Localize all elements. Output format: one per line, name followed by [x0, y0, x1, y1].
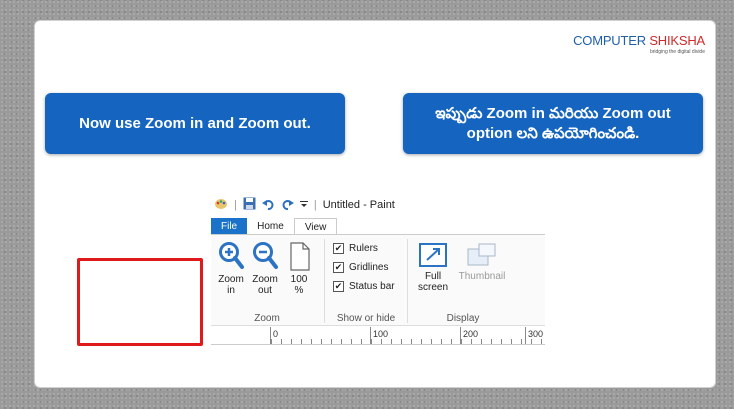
slide-card: COMPUTER SHIKSHA bridging the digital di…: [34, 20, 716, 388]
display-group-label: Display: [446, 313, 480, 324]
zoom-highlight-box: [77, 258, 203, 346]
ruler-mark: [270, 327, 271, 344]
save-icon[interactable]: [243, 197, 256, 213]
window-title: Untitled - Paint: [322, 199, 395, 211]
horizontal-ruler: 0 100 200 300: [211, 327, 545, 345]
actual-size-button[interactable]: 100 %: [285, 241, 313, 296]
instruction-telugu-line1: ఇప్పుడు Zoom in మరియు Zoom out: [435, 104, 671, 122]
redo-icon[interactable]: [281, 198, 294, 213]
status-bar-checkbox[interactable]: ✔ Status bar: [333, 281, 395, 292]
checkmark-icon: ✔: [333, 243, 344, 254]
ruler-label-200: 200: [463, 329, 479, 339]
full-screen-label-2: screen: [417, 282, 448, 293]
instruction-english: Now use Zoom in and Zoom out.: [45, 93, 345, 154]
ruler-label-300: 300: [528, 329, 544, 339]
full-screen-icon: [419, 243, 447, 267]
page-icon: [290, 242, 310, 271]
logo-brand-a: COMPUTER: [573, 33, 646, 48]
gridlines-label: Gridlines: [349, 262, 389, 273]
status-bar-label: Status bar: [349, 281, 395, 292]
rulers-checkbox[interactable]: ✔ Rulers: [333, 243, 378, 254]
ribbon-view: Zoom in Zoom out 100 % Zoom ✔ Rulers ✔ G…: [211, 234, 545, 326]
gridlines-checkbox[interactable]: ✔ Gridlines: [333, 262, 388, 273]
checkmark-icon: ✔: [333, 281, 344, 292]
ruler-mark: [525, 327, 526, 344]
thumbnail-icon: [467, 243, 496, 266]
computer-shiksha-logo: COMPUTER SHIKSHA bridging the digital di…: [573, 33, 705, 55]
zoom-out-button[interactable]: Zoom out: [251, 241, 279, 296]
customize-toolbar-icon[interactable]: [299, 199, 308, 211]
ruler-label-100: 100: [373, 329, 389, 339]
instruction-telugu-line2: option లని ఉపయోగించండి.: [466, 124, 640, 142]
zoom-group-label: Zoom: [254, 313, 280, 324]
paint-ribbon-screenshot: | | Untitled - Paint File Home View Zoom…: [211, 194, 545, 346]
thumbnail-button[interactable]: Thumbnail: [454, 243, 510, 282]
undo-icon[interactable]: [261, 198, 275, 213]
quick-access-toolbar: | | Untitled - Paint: [214, 196, 395, 214]
display-group: Full screen Thumbnail Display: [408, 235, 545, 327]
tab-file[interactable]: File: [211, 218, 248, 235]
logo-brand-b: SHIKSHA: [649, 33, 705, 48]
full-screen-button[interactable]: Full screen: [416, 243, 450, 293]
zoom-group: Zoom in Zoom out 100 % Zoom: [211, 235, 323, 327]
show-hide-group-label: Show or hide: [336, 313, 396, 324]
tab-home[interactable]: Home: [247, 218, 294, 235]
zoom-out-icon: [253, 242, 278, 269]
paint-app-icon[interactable]: [214, 197, 228, 213]
ribbon-tabs: File Home View: [211, 218, 338, 235]
instruction-english-text: Now use Zoom in and Zoom out.: [79, 115, 311, 132]
zoom-in-label-1: Zoom: [218, 274, 244, 285]
rulers-label: Rulers: [349, 243, 378, 254]
zoom-in-icon: [219, 242, 244, 269]
ruler-mark: [370, 327, 371, 344]
actual-size-label-1: 100: [290, 274, 308, 285]
instruction-telugu: ఇప్పుడు Zoom in మరియు Zoom out option లన…: [403, 93, 703, 154]
actual-size-label-2: %: [294, 285, 304, 296]
ruler-ticks: [271, 339, 545, 344]
thumbnail-label: Thumbnail: [458, 271, 506, 282]
checkmark-icon: ✔: [333, 262, 344, 273]
zoom-out-label-1: Zoom: [252, 274, 278, 285]
ruler-label-0: 0: [273, 329, 279, 339]
ruler-mark: [460, 327, 461, 344]
full-screen-label-1: Full: [424, 271, 442, 282]
zoom-in-button[interactable]: Zoom in: [217, 241, 245, 296]
zoom-out-label-2: out: [258, 285, 272, 296]
logo-tagline: bridging the digital divide: [649, 49, 705, 55]
tab-view[interactable]: View: [293, 218, 338, 235]
zoom-in-label-2: in: [227, 285, 235, 296]
